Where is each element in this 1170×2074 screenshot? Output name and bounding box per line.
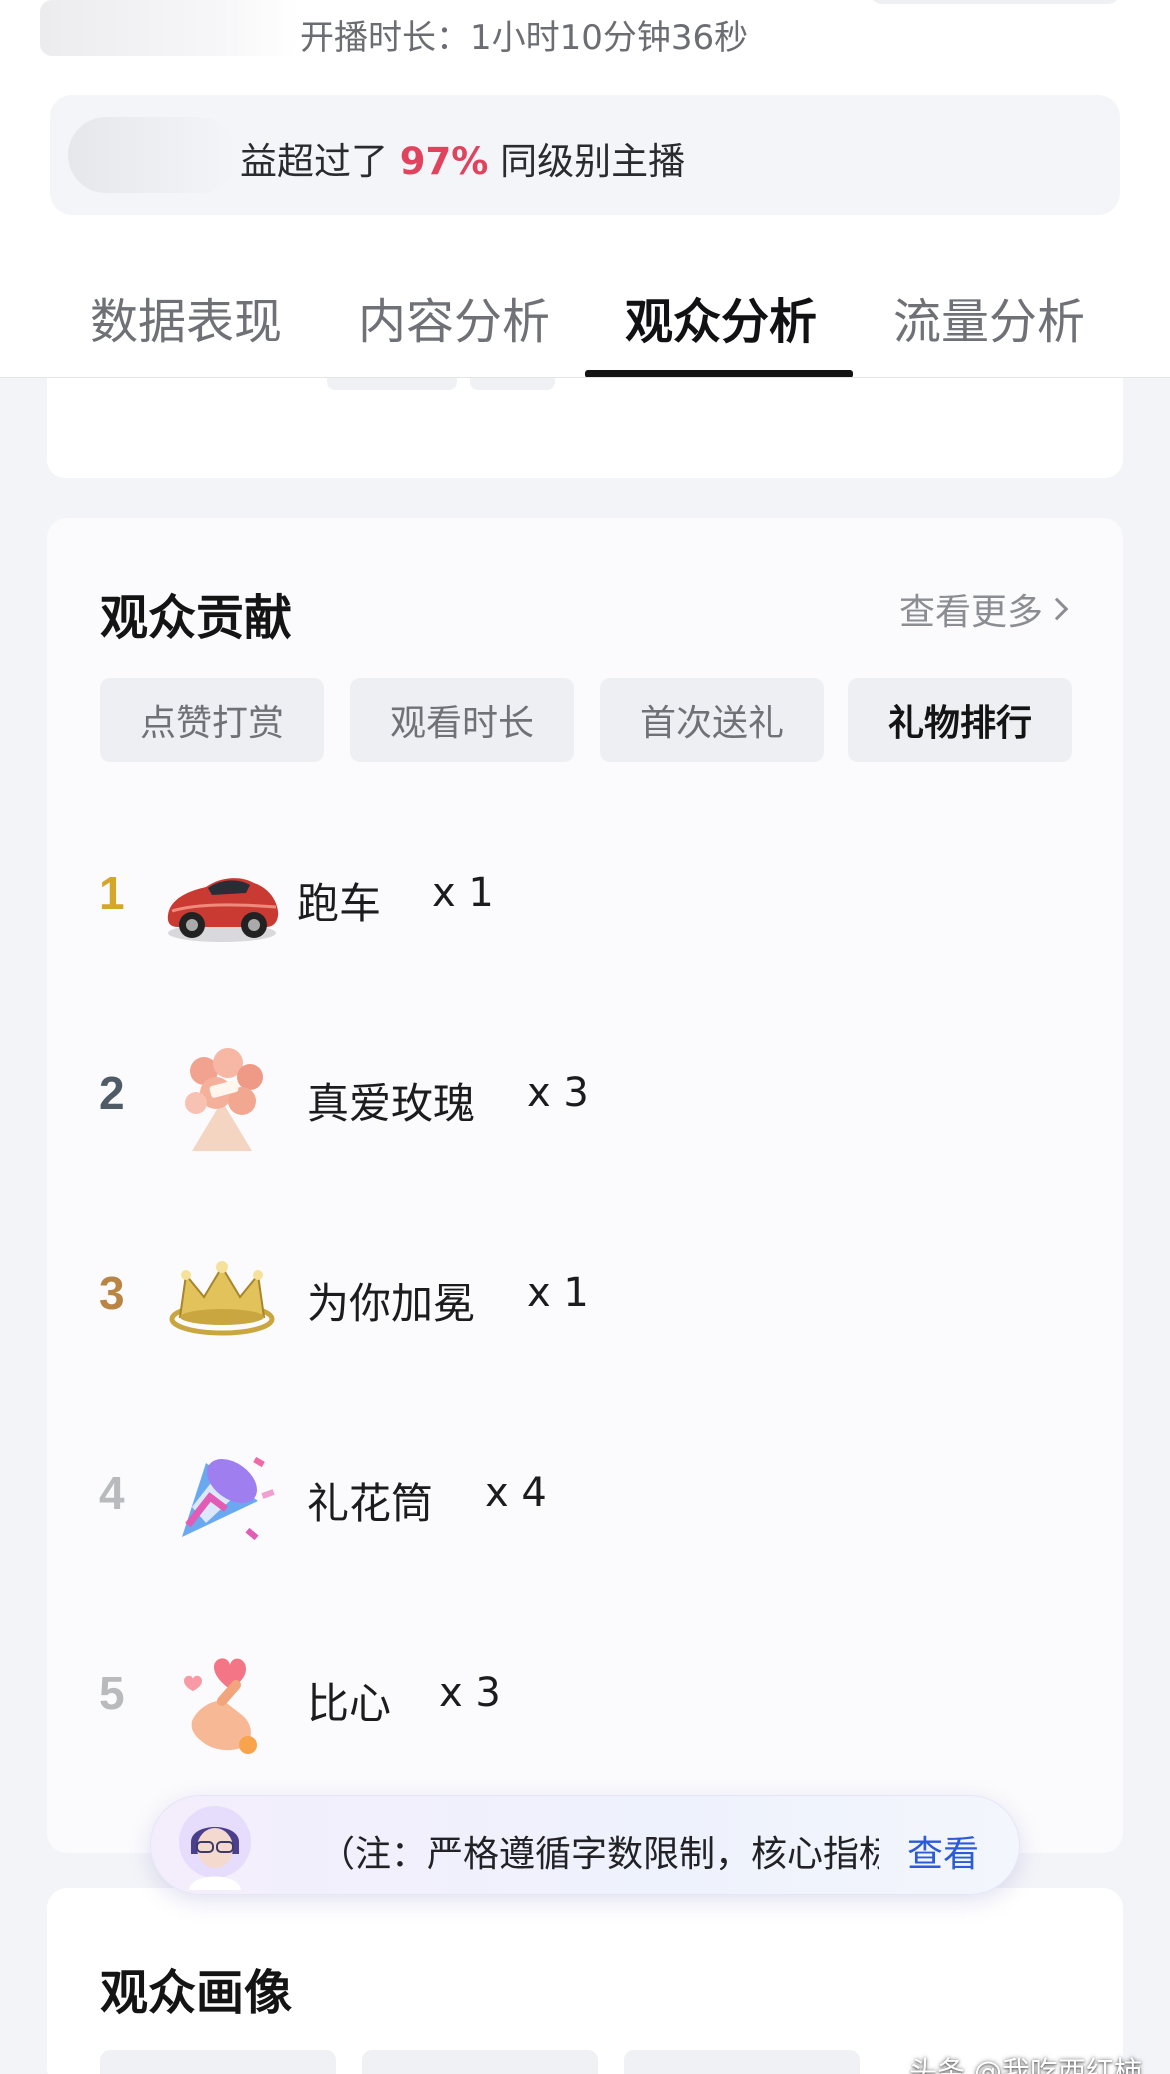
audience-contribution-card: 观众贡献 查看更多 点赞打赏 观看时长 首次送礼 礼物排行 1 跑车 x 1 2 bbox=[47, 518, 1123, 1853]
top-right-pill bbox=[870, 0, 1120, 4]
ranking-banner: 益超过了 97% 同级别主播 bbox=[50, 95, 1120, 215]
gift-row: 3 为你加冕 x 1 bbox=[47, 1226, 1123, 1376]
tab-traffic-analysis[interactable]: 流量分析 bbox=[893, 282, 1085, 352]
clipped-chip bbox=[327, 378, 457, 390]
ai-summary-text: （注：严格遵循字数限制，核心指标 bbox=[319, 1834, 879, 1875]
ai-view-link[interactable]: 查看 bbox=[907, 1825, 979, 1877]
gift-count: x 4 bbox=[485, 1470, 547, 1516]
assistant-avatar-icon bbox=[179, 1806, 251, 1890]
contribution-title: 观众贡献 bbox=[100, 590, 293, 646]
portrait-chip[interactable] bbox=[362, 2050, 598, 2074]
ranking-percent: 97% bbox=[399, 140, 489, 183]
clipped-chip bbox=[470, 378, 555, 390]
gift-count: x 1 bbox=[432, 870, 494, 916]
gift-name: 为你加冕 bbox=[307, 1279, 476, 1328]
filter-gift-ranking[interactable]: 礼物排行 bbox=[848, 678, 1072, 762]
sports-car-icon bbox=[167, 878, 279, 942]
rose-bouquet-icon bbox=[185, 1048, 263, 1151]
gift-rank: 3 bbox=[99, 1267, 125, 1319]
gift-row: 1 跑车 x 1 bbox=[47, 826, 1123, 976]
ai-summary-bar[interactable]: （注：严格遵循字数限制，核心指标 查看 bbox=[150, 1795, 1020, 1895]
gift-rank: 4 bbox=[99, 1467, 125, 1519]
gift-row: 4 礼花筒 x 4 bbox=[47, 1426, 1123, 1576]
gift-name: 礼花筒 bbox=[307, 1479, 434, 1528]
analysis-tabs: 数据表现 内容分析 观众分析 流量分析 bbox=[0, 270, 1170, 380]
tab-data-performance[interactable]: 数据表现 bbox=[90, 282, 282, 352]
filter-watch-time[interactable]: 观看时长 bbox=[350, 678, 574, 762]
gift-rank: 1 bbox=[99, 867, 125, 919]
tab-content-analysis[interactable]: 内容分析 bbox=[358, 282, 550, 352]
chevron-right-icon bbox=[1045, 597, 1069, 621]
previous-card bbox=[47, 378, 1123, 478]
blurred-icon bbox=[68, 117, 238, 193]
gift-count: x 3 bbox=[439, 1670, 501, 1716]
header-section: 开播时长：1小时10分钟36秒 益超过了 97% 同级别主播 数据表现 内容分析… bbox=[0, 0, 1170, 378]
finger-heart-icon bbox=[184, 1658, 257, 1754]
audience-portrait-card: 观众画像 bbox=[47, 1888, 1123, 2074]
gift-row: 5 比心 x 3 bbox=[47, 1626, 1123, 1776]
confetti-cannon-icon bbox=[182, 1456, 275, 1541]
ranking-prefix: 益超过了 bbox=[240, 140, 388, 183]
view-more-label: 查看更多 bbox=[898, 592, 1043, 633]
live-duration: 开播时长：1小时10分钟36秒 bbox=[300, 18, 749, 58]
gift-name: 比心 bbox=[307, 1679, 392, 1728]
portrait-chip[interactable] bbox=[624, 2050, 860, 2074]
gift-name: 真爱玫瑰 bbox=[307, 1079, 476, 1128]
filter-likes-rewards[interactable]: 点赞打赏 bbox=[100, 678, 324, 762]
watermark: 头条 @我吃西红柿 bbox=[909, 2055, 1142, 2074]
gift-name: 跑车 bbox=[297, 879, 382, 928]
view-more-link[interactable]: 查看更多 bbox=[898, 583, 1069, 635]
portrait-title: 观众画像 bbox=[100, 1965, 293, 2021]
filter-first-gift[interactable]: 首次送礼 bbox=[600, 678, 824, 762]
crown-icon bbox=[169, 1261, 275, 1336]
ranking-suffix: 同级别主播 bbox=[500, 140, 686, 183]
blurred-avatar-area bbox=[40, 0, 300, 56]
gift-count: x 3 bbox=[527, 1070, 589, 1116]
ranking-text: 益超过了 97% 同级别主播 bbox=[240, 131, 685, 185]
portrait-chip[interactable] bbox=[100, 2050, 336, 2074]
tab-audience-analysis[interactable]: 观众分析 bbox=[625, 282, 817, 352]
gift-count: x 1 bbox=[527, 1270, 589, 1316]
gift-rank: 2 bbox=[99, 1067, 125, 1119]
gift-row: 2 真爱玫瑰 x 3 bbox=[47, 1026, 1123, 1176]
gift-rank: 5 bbox=[99, 1667, 125, 1719]
